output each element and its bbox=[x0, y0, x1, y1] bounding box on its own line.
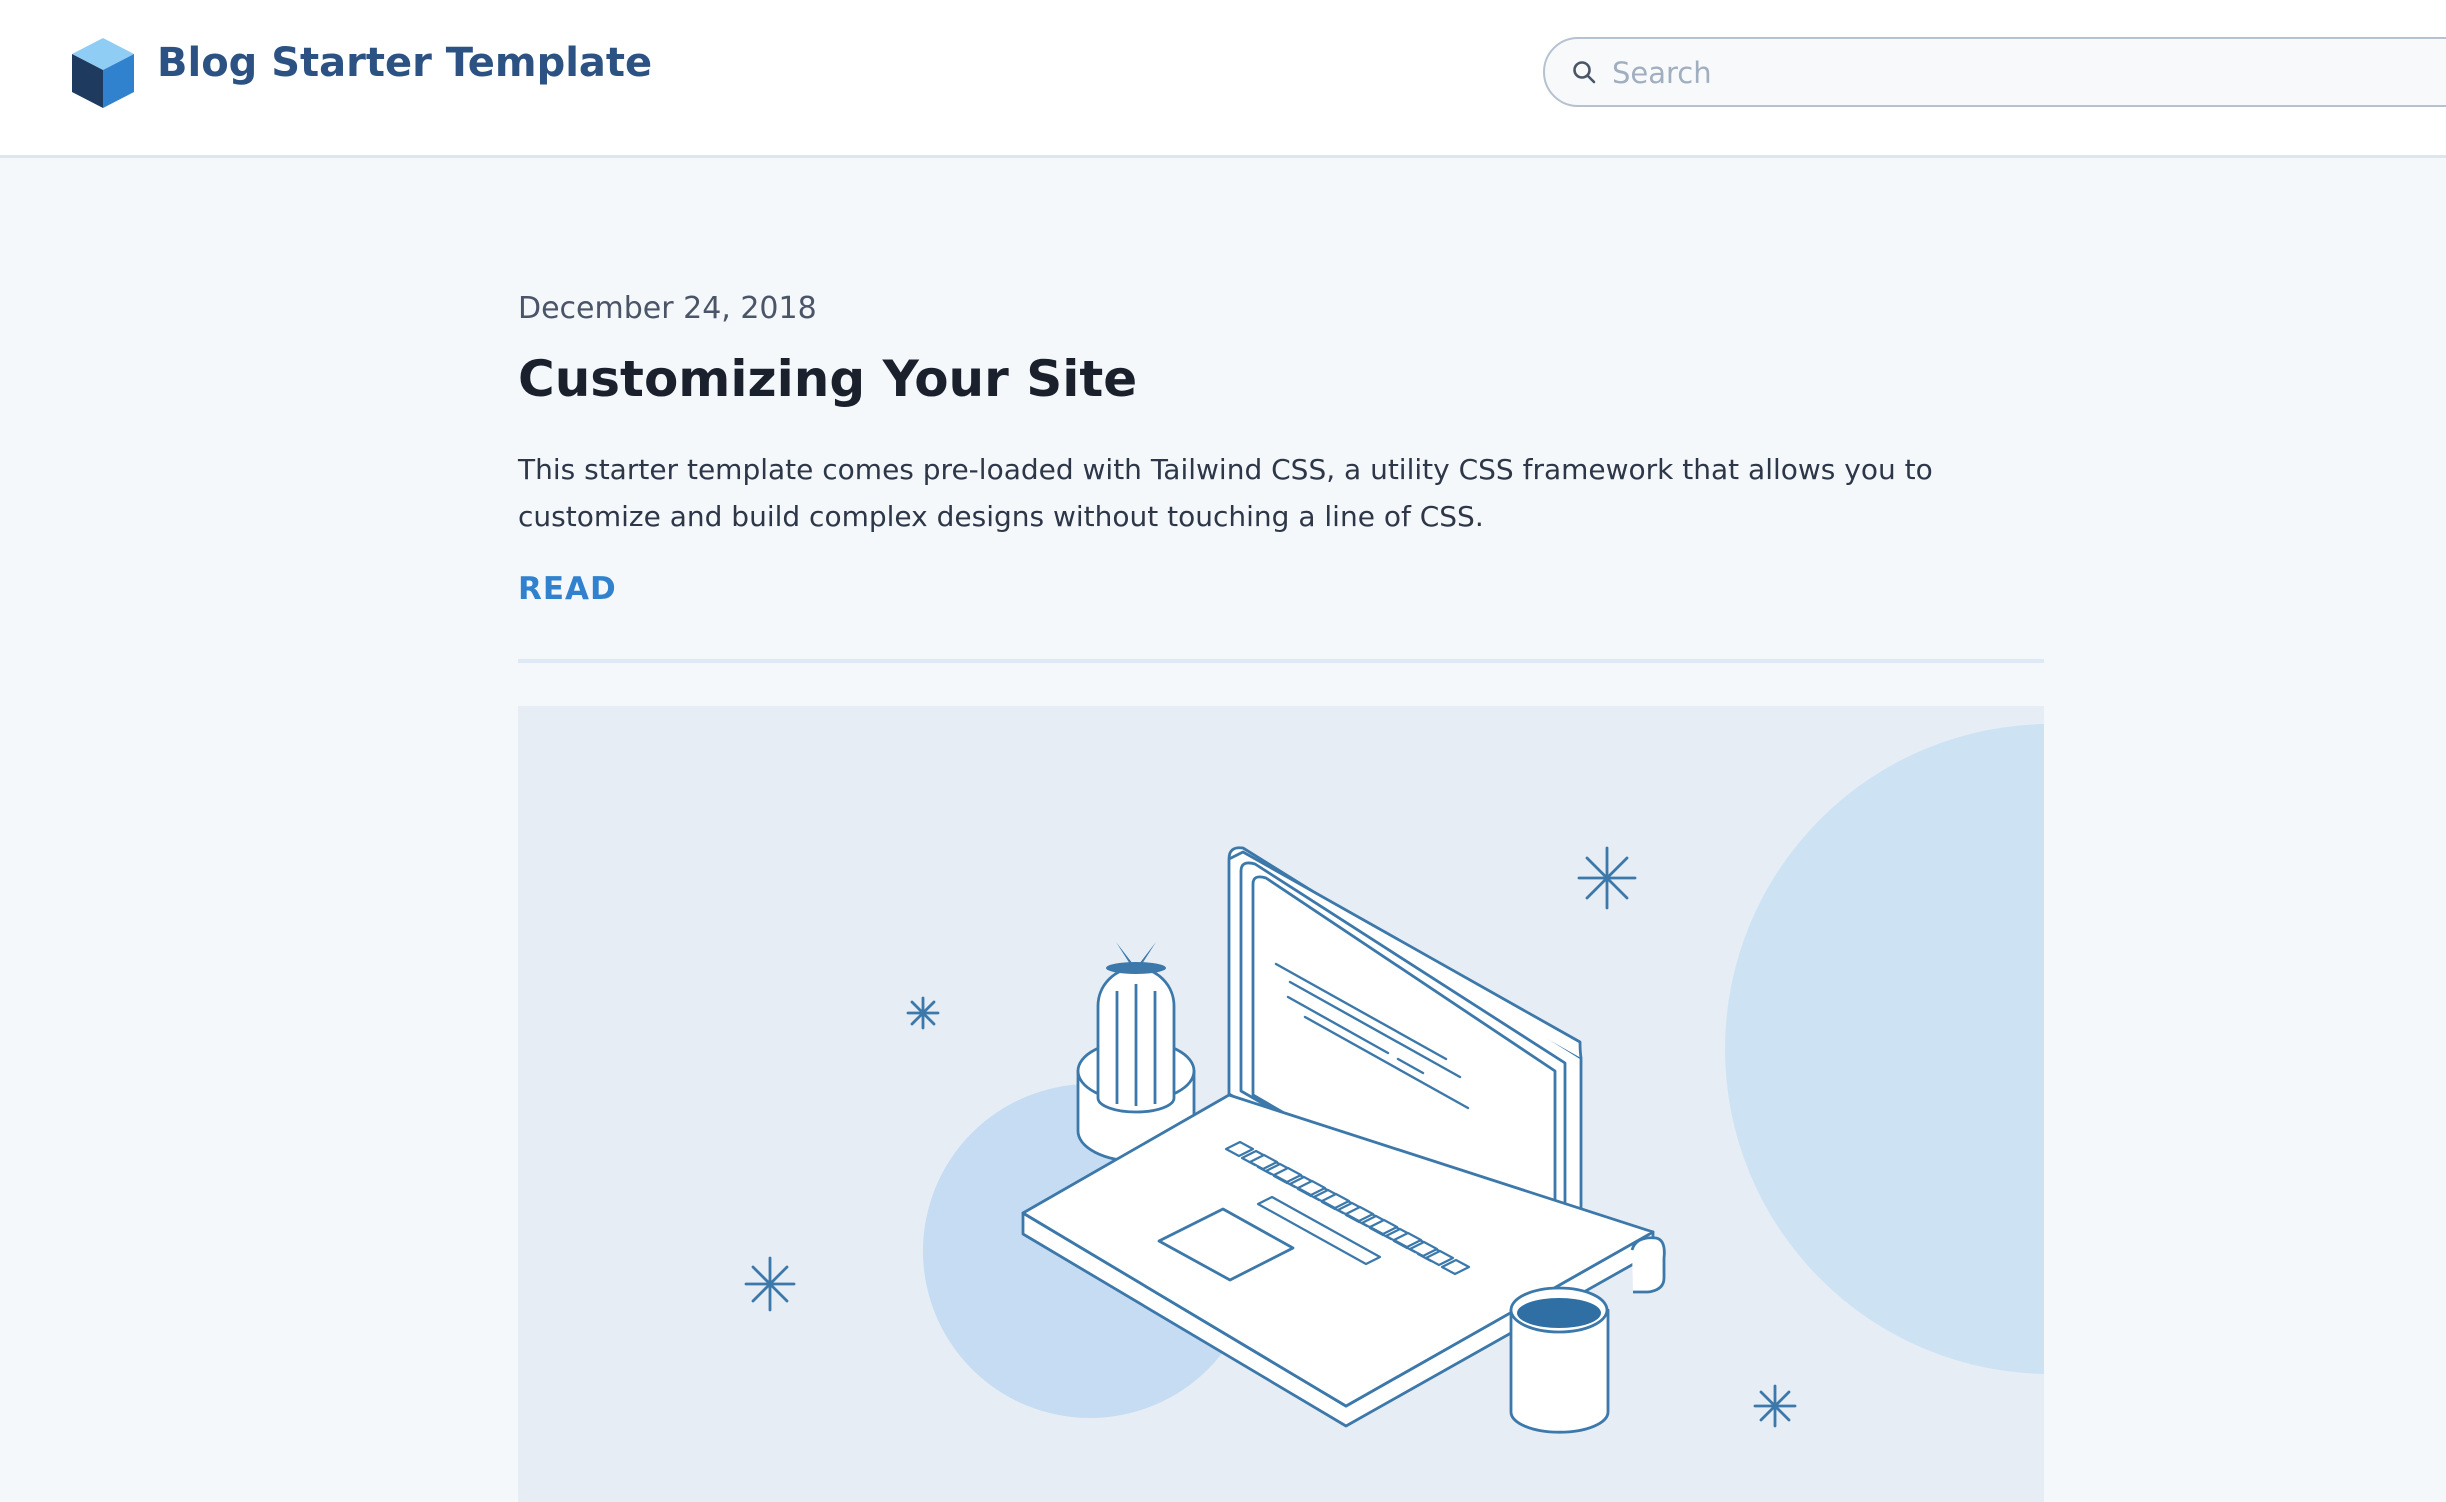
search-input[interactable] bbox=[1610, 47, 2414, 99]
search-box[interactable] bbox=[1543, 37, 2446, 107]
post-divider bbox=[518, 659, 2044, 663]
post-date: December 24, 2018 bbox=[518, 291, 817, 326]
cube-logo-icon[interactable] bbox=[70, 36, 136, 110]
site-header: Blog Starter Template bbox=[0, 0, 2446, 158]
hero-image[interactable] bbox=[518, 706, 2044, 1502]
post-title[interactable]: Customizing Your Site bbox=[518, 350, 1137, 408]
site-title[interactable]: Blog Starter Template bbox=[157, 40, 652, 86]
laptop-illustration-icon bbox=[744, 724, 2044, 1434]
search-icon bbox=[1573, 61, 1596, 84]
post-excerpt: This starter template comes pre-loaded w… bbox=[518, 453, 1933, 533]
read-button[interactable]: READ bbox=[518, 571, 617, 607]
